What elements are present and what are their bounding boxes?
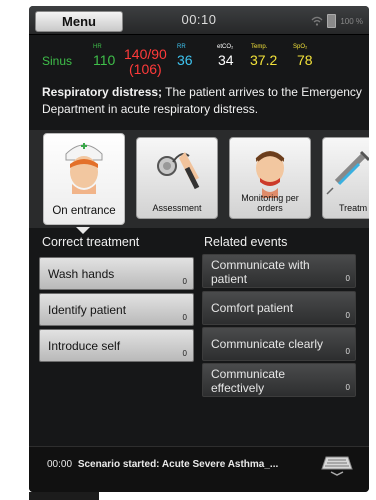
action-count: 0 bbox=[182, 349, 187, 358]
battery-icon bbox=[327, 14, 337, 28]
keyboard-icon[interactable] bbox=[320, 451, 354, 477]
menu-button[interactable]: Menu bbox=[35, 11, 123, 32]
hr-label: HR bbox=[93, 44, 102, 50]
event-count: 0 bbox=[345, 311, 350, 320]
category-tile-assessment[interactable]: Assessment bbox=[136, 137, 218, 219]
event-communicate-clearly[interactable]: Communicate clearly 0 bbox=[202, 327, 356, 361]
hr-value: 110 bbox=[93, 52, 116, 68]
spo2-value: 78 bbox=[297, 52, 313, 68]
event-label: Communicate effectively bbox=[211, 367, 286, 395]
action-label: Introduce self bbox=[48, 339, 121, 353]
temp-value: 37.2 bbox=[250, 52, 278, 68]
patient-monitoring-icon bbox=[255, 151, 285, 198]
scenario-clock: 00:10 bbox=[181, 12, 217, 27]
stethoscope-icon bbox=[157, 152, 200, 190]
event-comfort-patient[interactable]: Comfort patient 0 bbox=[202, 291, 356, 325]
action-label: Wash hands bbox=[48, 267, 115, 281]
device-edge bbox=[29, 492, 99, 500]
bp-value: 140/90 bbox=[124, 46, 167, 62]
status-bar: Menu 00:10 100 % bbox=[29, 6, 369, 35]
related-events-title: Related events bbox=[204, 235, 288, 249]
action-count: 0 bbox=[182, 277, 187, 286]
category-label: Monitoring per orders bbox=[241, 193, 299, 213]
category-tile-monitoring[interactable]: Monitoring per orders bbox=[229, 137, 311, 219]
log-time: 00:00 bbox=[47, 459, 73, 470]
battery-percent: 100 % bbox=[340, 16, 363, 26]
temp-label: Temp. bbox=[251, 44, 268, 50]
vital-signs-panel: Sinus HR 110 140/90 (106) RR 36 etCO₂ 34… bbox=[29, 35, 369, 80]
rr-value: 36 bbox=[177, 52, 193, 68]
category-label: Assessment bbox=[152, 203, 202, 213]
action-introduce-self[interactable]: Introduce self 0 bbox=[39, 329, 194, 362]
category-tile-on-entrance[interactable]: On entrance bbox=[43, 133, 125, 225]
correct-treatment-title: Correct treatment bbox=[42, 235, 140, 249]
scenario-description: Respiratory distress; The patient arrive… bbox=[42, 84, 364, 118]
wifi-icon bbox=[311, 16, 323, 26]
category-carousel: On entrance Assessment Monitoring per or… bbox=[29, 130, 369, 228]
active-tile-pointer bbox=[76, 227, 90, 234]
action-wash-hands[interactable]: Wash hands 0 bbox=[39, 257, 194, 290]
category-tile-treatment[interactable]: Treatm bbox=[322, 137, 369, 219]
spo2-label: SpO₂ bbox=[293, 44, 308, 50]
action-count: 0 bbox=[182, 313, 187, 322]
nurse-icon bbox=[65, 143, 103, 194]
event-communicate-with-patient[interactable]: Communicate with patient 0 bbox=[202, 254, 356, 288]
event-count: 0 bbox=[345, 347, 350, 356]
etco2-value: 34 bbox=[218, 52, 234, 68]
category-label: Treatm bbox=[339, 203, 368, 213]
latest-log-entry[interactable]: 00:00 Scenario started: Acute Severe Ast… bbox=[47, 459, 278, 470]
event-count: 0 bbox=[345, 383, 350, 392]
rr-label: RR bbox=[177, 44, 186, 50]
event-log-footer: 00:00 Scenario started: Acute Severe Ast… bbox=[29, 447, 369, 492]
log-message: Scenario started: Acute Severe Asthma_..… bbox=[77, 459, 279, 470]
event-label: Communicate clearly bbox=[211, 337, 324, 351]
event-communicate-effectively[interactable]: Communicate effectively 0 bbox=[202, 363, 356, 397]
scenario-heading: Respiratory distress; bbox=[42, 85, 163, 99]
action-identify-patient[interactable]: Identify patient 0 bbox=[39, 293, 194, 326]
bp-mean-value: (106) bbox=[129, 61, 162, 77]
syringe-icon bbox=[326, 150, 369, 195]
event-label: Communicate with patient bbox=[211, 258, 310, 286]
event-count: 0 bbox=[345, 274, 350, 283]
simulator-device: Menu 00:10 100 % Sinus HR 110 140/90 (10… bbox=[29, 6, 369, 492]
etco2-label: etCO₂ bbox=[217, 44, 234, 50]
status-icons: 100 % bbox=[311, 14, 363, 28]
category-label: On entrance bbox=[52, 205, 116, 217]
rhythm-value: Sinus bbox=[42, 54, 73, 68]
action-label: Identify patient bbox=[48, 303, 127, 317]
event-label: Comfort patient bbox=[211, 301, 294, 315]
